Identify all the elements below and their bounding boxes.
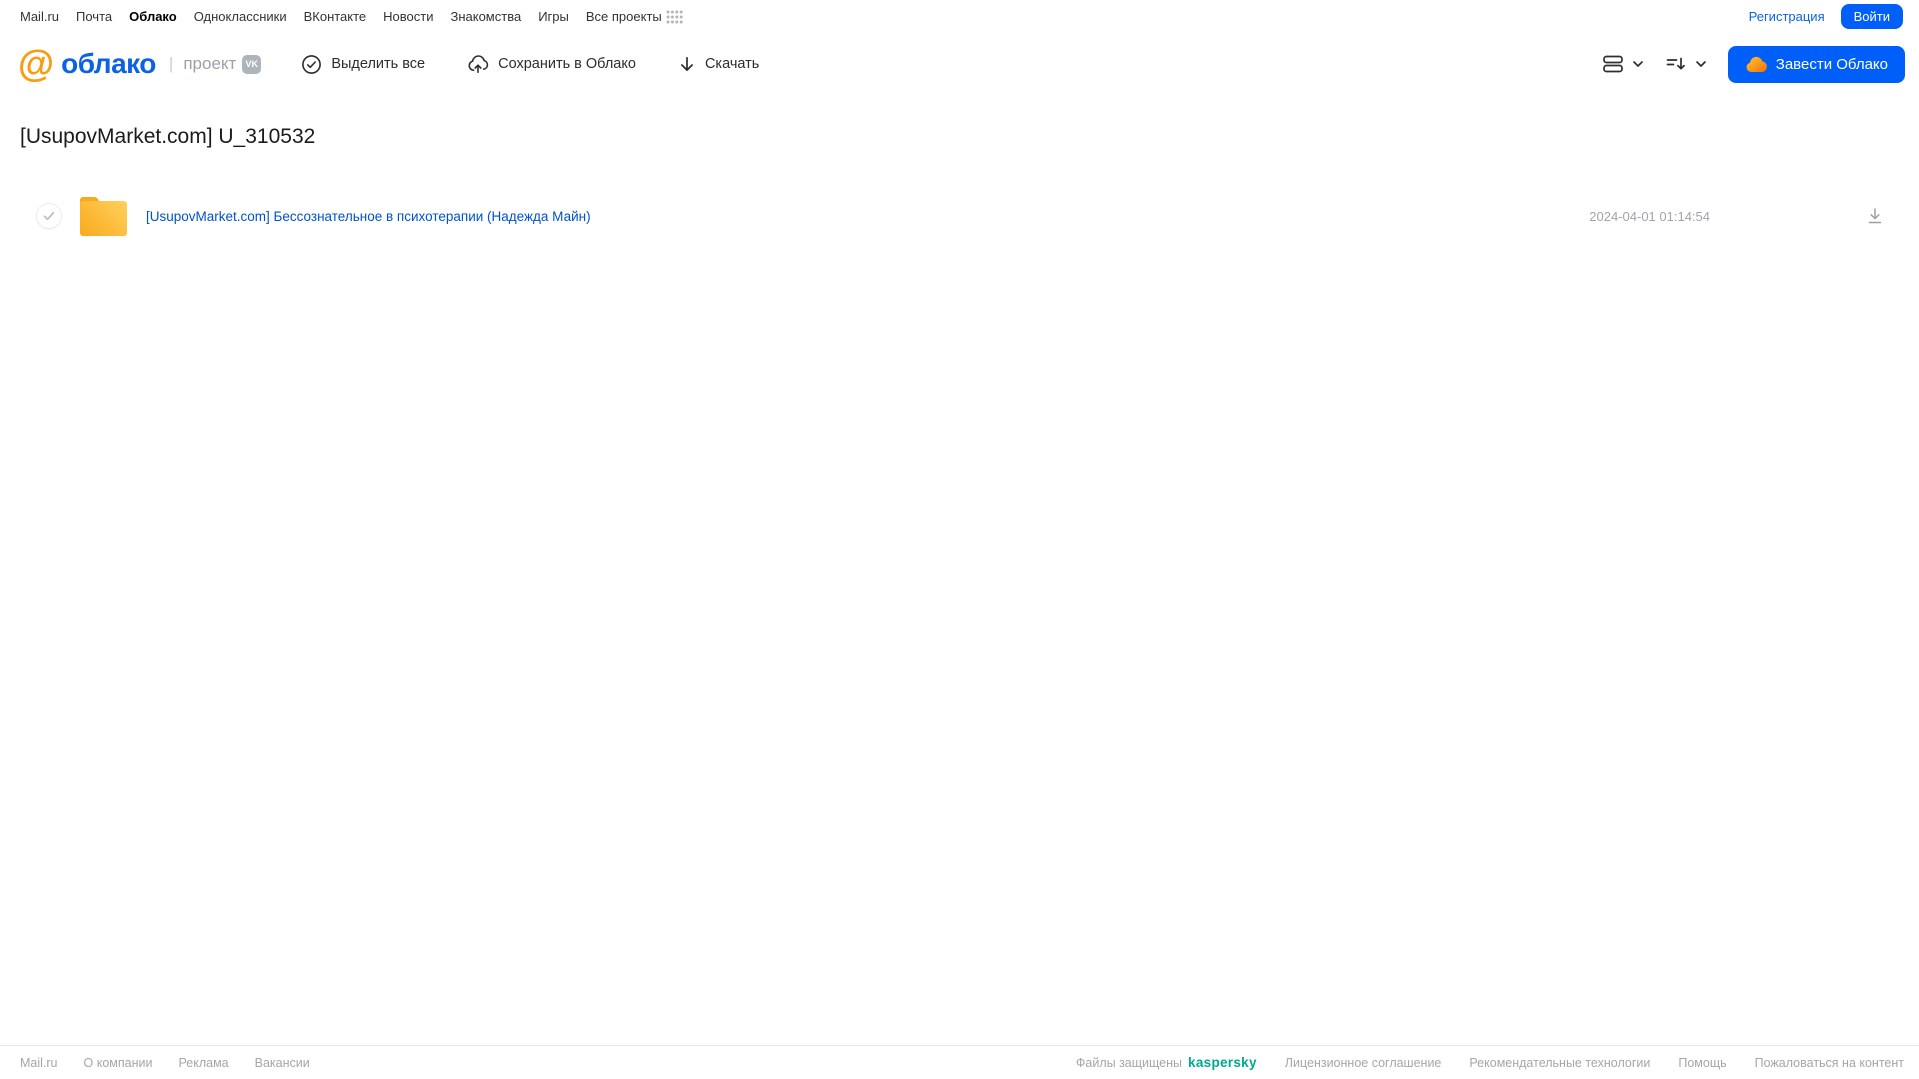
save-to-cloud-button[interactable]: Сохранить в Облако — [467, 54, 636, 74]
nav-item-mailru[interactable]: Mail.ru — [20, 9, 59, 24]
check-circle-icon — [301, 54, 322, 75]
footer-link-license[interactable]: Лицензионное соглашение — [1285, 1056, 1442, 1070]
download-arrow-icon — [678, 55, 696, 74]
nav-item-igry[interactable]: Игры — [538, 9, 569, 24]
select-all-button[interactable]: Выделить все — [301, 54, 425, 75]
download-underline-icon — [1865, 206, 1885, 226]
nav-item-vkontakte[interactable]: ВКонтакте — [304, 9, 367, 24]
nav-item-pochta[interactable]: Почта — [76, 9, 112, 24]
portal-nav: Mail.ru Почта Облако Одноклассники ВКонт… — [20, 9, 662, 24]
portal-topbar: Mail.ru Почта Облако Одноклассники ВКонт… — [0, 0, 1919, 33]
nav-item-vse-proekty[interactable]: Все проекты — [586, 9, 662, 24]
get-cloud-button[interactable]: Завести Облако — [1727, 45, 1905, 83]
download-button[interactable]: Скачать — [678, 55, 759, 74]
footer-right-links: Файлы защищены kaspersky Лицензионное со… — [1076, 1055, 1904, 1070]
project-label: проект VK — [183, 54, 262, 74]
kaspersky-protected: Файлы защищены kaspersky — [1075, 1055, 1257, 1070]
footer-link-report-content[interactable]: Пожаловаться на контент — [1755, 1056, 1904, 1070]
row-checkbox[interactable] — [36, 203, 62, 229]
cloud-logo[interactable]: @ облако | проект VK — [18, 42, 262, 84]
login-button[interactable]: Войти — [1840, 4, 1903, 29]
sort-dropdown[interactable] — [1665, 54, 1708, 74]
footer-link-help[interactable]: Помощь — [1678, 1056, 1726, 1070]
cloud-upload-icon — [467, 54, 489, 74]
footer-link-jobs[interactable]: Вакансии — [255, 1056, 310, 1070]
file-list-row[interactable]: [UsupovMarket.com] Бессознательное в пси… — [0, 192, 1919, 240]
folder-name-link[interactable]: [UsupovMarket.com] Бессознательное в пси… — [146, 209, 591, 224]
logo-divider: | — [168, 54, 174, 73]
footer-left-links: Mail.ru О компании Реклама Вакансии — [20, 1056, 310, 1070]
folder-icon — [80, 196, 127, 236]
header-right-controls: Завести Облако — [1602, 45, 1905, 83]
nav-item-odnoklassniki[interactable]: Одноклассники — [194, 9, 287, 24]
file-modified-date: 2024-04-01 01:14:54 — [1589, 208, 1710, 224]
footer-link-mailru[interactable]: Mail.ru — [20, 1056, 58, 1070]
chevron-down-icon — [1631, 57, 1645, 71]
sort-icon — [1665, 54, 1687, 74]
cloud-logo-text: облако — [61, 48, 156, 79]
vk-badge-icon: VK — [242, 54, 262, 74]
kaspersky-logo[interactable]: kaspersky — [1188, 1055, 1257, 1070]
mailru-at-icon: @ — [18, 42, 55, 84]
nav-item-znakomstva[interactable]: Знакомства — [450, 9, 521, 24]
footer-link-recommendation-tech[interactable]: Рекомендательные технологии — [1469, 1056, 1650, 1070]
footer-link-ads[interactable]: Реклама — [178, 1056, 228, 1070]
page-title: [UsupovMarket.com] U_310532 — [20, 125, 316, 148]
page-footer: Mail.ru О компании Реклама Вакансии Файл… — [0, 1045, 1919, 1079]
list-view-icon — [1602, 54, 1624, 74]
view-mode-dropdown[interactable] — [1602, 54, 1645, 74]
cloud-header: @ облако | проект VK Выделить все Сохран… — [0, 33, 1919, 95]
nav-item-novosti[interactable]: Новости — [383, 9, 433, 24]
all-projects-grid-icon[interactable] — [666, 10, 683, 24]
footer-link-about[interactable]: О компании — [84, 1056, 153, 1070]
row-download-button[interactable] — [1865, 206, 1885, 226]
orange-cloud-icon — [1745, 56, 1767, 73]
file-toolbar: Выделить все Сохранить в Облако Скачать — [301, 54, 759, 75]
chevron-down-icon — [1694, 57, 1708, 71]
registration-link[interactable]: Регистрация — [1749, 9, 1825, 24]
nav-item-oblako[interactable]: Облако — [129, 9, 177, 24]
